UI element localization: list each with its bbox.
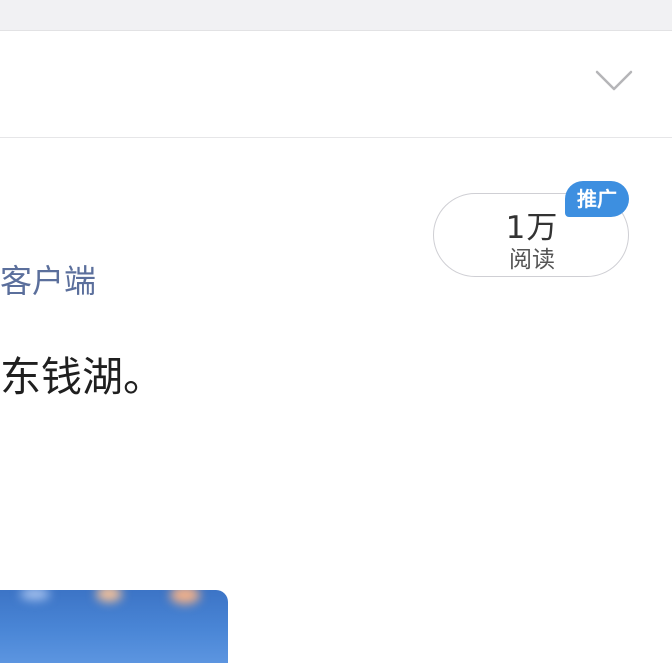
chevron-down-icon[interactable] (594, 66, 634, 96)
header-bar (0, 31, 672, 138)
thumb-light-3 (20, 590, 50, 600)
thumb-light-2 (170, 590, 200, 604)
read-label: 阅读 (509, 247, 555, 273)
promo-badge[interactable]: 推广 (565, 181, 629, 217)
post-text: 东钱湖。 (0, 353, 164, 401)
status-bar-strip (0, 0, 672, 31)
thumb-light-1 (96, 590, 122, 602)
post-source[interactable]: 客户端 (0, 259, 96, 303)
post-image-thumbnail[interactable] (0, 590, 228, 663)
